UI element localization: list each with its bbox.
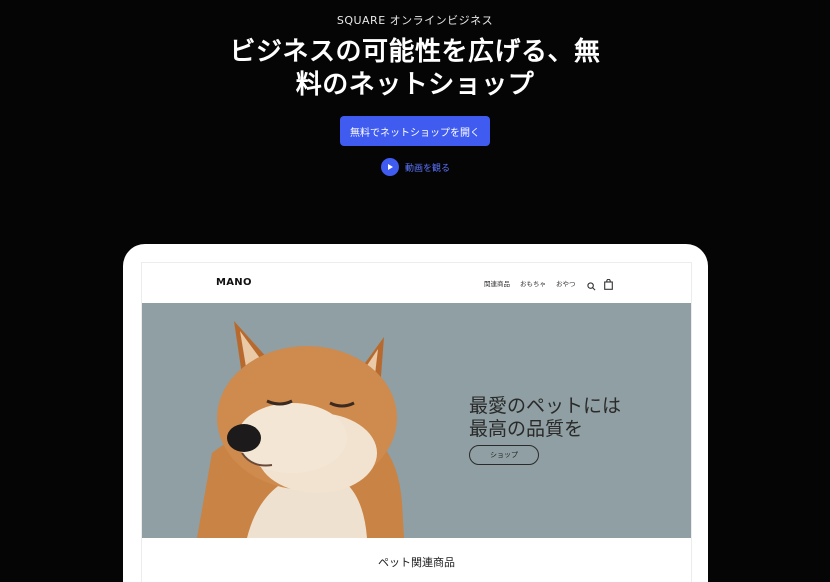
watch-video-link[interactable]: 動画を観る — [381, 158, 450, 176]
shop-button[interactable]: ショップ — [469, 445, 539, 465]
page-headline: ビジネスの可能性を広げる、無 料のネットショップ — [215, 36, 615, 102]
headline-line-2: 料のネットショップ — [295, 70, 535, 100]
hero-title-line-1: 最愛のペットには — [469, 395, 622, 417]
headline-line-1: ビジネスの可能性を広げる、無 — [229, 37, 601, 67]
eyebrow-text: SQUARE オンラインビジネス — [336, 14, 494, 27]
nav-item-treats[interactable]: おやつ — [556, 278, 576, 288]
search-icon[interactable] — [587, 276, 596, 295]
page: SQUARE オンラインビジネス ビジネスの可能性を広げる、無 料のネットショッ… — [0, 0, 830, 582]
shop-logo[interactable]: MANO — [216, 277, 252, 288]
nav-item-toys[interactable]: おもちゃ — [520, 278, 546, 288]
open-shop-button[interactable]: 無料でネットショップを開く — [340, 116, 490, 146]
nav-item-related[interactable]: 関連商品 — [484, 278, 510, 288]
shopping-bag-icon[interactable] — [604, 275, 613, 294]
hero-title-line-2: 最高の品質を — [469, 418, 584, 440]
shop-nav: 関連商品 おもちゃ おやつ — [484, 278, 576, 288]
hero-banner: 最愛のペットには 最高の品質を ショップ — [142, 303, 691, 538]
shop-preview: MANO 関連商品 おもちゃ おやつ 最愛のペットには 最高の品質を ショップ … — [141, 262, 692, 582]
section-title: ペット関連商品 — [378, 556, 455, 569]
play-icon — [381, 158, 399, 176]
hero-title: 最愛のペットには 最高の品質を — [469, 395, 621, 441]
watch-video-label: 動画を観る — [405, 163, 451, 174]
shop-header: MANO 関連商品 おもちゃ おやつ — [142, 262, 691, 303]
